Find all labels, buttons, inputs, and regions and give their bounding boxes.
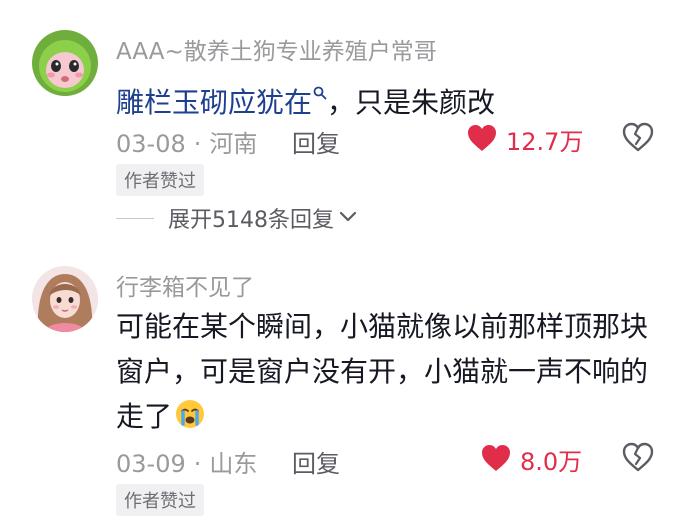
dislike-button[interactable] xyxy=(622,122,654,156)
author-liked-badge: 作者赞过 xyxy=(116,164,204,196)
meta-separator: · xyxy=(193,450,202,478)
comment-content: 可能在某个瞬间，小猫就像以前那样顶那块窗户，可是窗户没有开，小猫就一声不响的走了 xyxy=(116,304,661,443)
comment-date: 03-09 xyxy=(116,450,186,478)
like-button[interactable]: 8.0万 xyxy=(480,442,582,477)
reply-button[interactable]: 回复 xyxy=(292,444,340,479)
comment-content: 雕栏玉砌应犹在 ，只是朱颜改 xyxy=(116,68,661,125)
avatar[interactable] xyxy=(32,30,98,96)
like-count: 8.0万 xyxy=(520,448,583,476)
avatar[interactable] xyxy=(32,266,98,332)
comment-username[interactable]: AAA~散养土狗专业养殖户常哥 xyxy=(116,32,437,66)
like-count: 12.7万 xyxy=(506,128,584,156)
comment-text: ，只是朱颜改 xyxy=(327,86,496,119)
comment-location: 河南 xyxy=(209,130,258,158)
broken-heart-icon xyxy=(622,442,654,476)
dislike-button[interactable] xyxy=(622,442,654,476)
comment-username[interactable]: 行李箱不见了 xyxy=(116,268,254,302)
broken-heart-icon xyxy=(622,122,654,156)
comment-meta: 03-08 · 河南 xyxy=(116,124,257,159)
reply-button[interactable]: 回复 xyxy=(292,124,340,159)
meta-separator: · xyxy=(193,130,202,158)
comment-location: 山东 xyxy=(209,450,258,478)
heart-icon xyxy=(480,443,512,477)
search-icon[interactable] xyxy=(313,68,327,113)
author-liked-badge: 作者赞过 xyxy=(116,484,204,516)
expand-replies-label: 展开5148条回复 xyxy=(168,208,334,233)
like-button[interactable]: 12.7万 xyxy=(466,122,583,157)
comment-date: 03-08 xyxy=(116,130,186,158)
chevron-down-icon xyxy=(338,209,358,228)
search-keyword-link[interactable]: 雕栏玉砌应犹在 xyxy=(116,86,312,119)
heart-icon xyxy=(466,123,498,157)
comment-meta: 03-09 · 山东 xyxy=(116,444,257,479)
divider-line xyxy=(116,217,154,219)
expand-replies-button[interactable]: 展开5148条回复 xyxy=(116,202,358,234)
crying-emoji-icon xyxy=(174,398,206,443)
